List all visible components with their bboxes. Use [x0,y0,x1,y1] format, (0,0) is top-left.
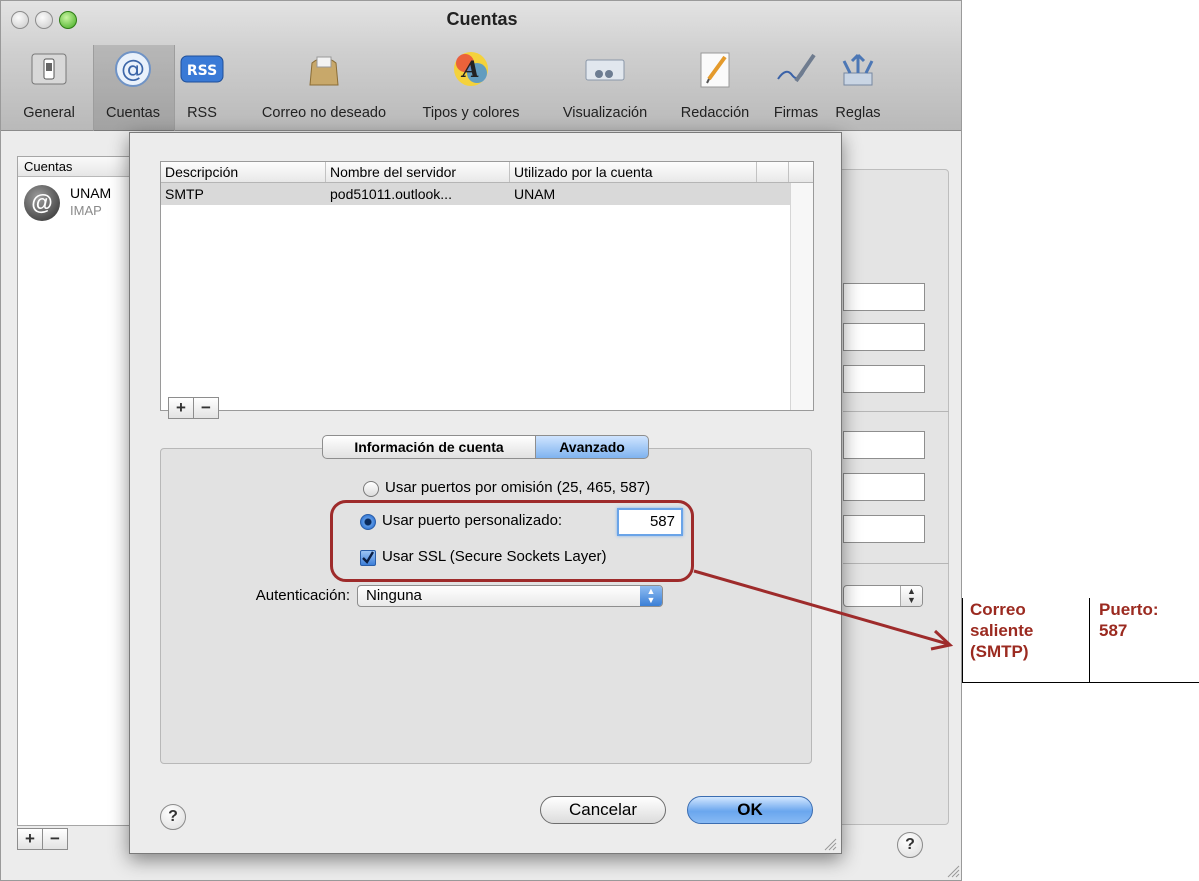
cell-description: SMTP [165,186,204,202]
svg-text:A: A [460,57,479,83]
background-field[interactable] [843,473,925,501]
tab-avanzado[interactable]: Avanzado [535,435,649,459]
column-header-server-name[interactable]: Nombre del servidor [326,162,510,182]
general-switch-icon [27,47,71,91]
toolbar-label-tipos-y-colores: Tipos y colores [422,105,520,121]
toolbar-item-correo-no-deseado[interactable]: Correo no deseado [262,47,386,129]
cell-server-name: pod51011.outlook... [330,186,452,202]
toolbar-label-rss: RSS [187,105,217,121]
note-port: Puerto: 587 [1099,599,1159,641]
background-field[interactable] [843,515,925,543]
resize-grip-icon[interactable] [823,837,837,851]
accounts-list[interactable]: Cuentas @ UNAM IMAP [17,156,135,826]
signature-pen-icon [774,47,818,91]
window-title: Cuentas [446,9,518,29]
background-field[interactable] [843,323,925,351]
column-header-description[interactable]: Descripción [161,162,326,182]
cell-used-by: UNAM [514,186,556,202]
default-ports-label: Usar puertos por omisión (25, 465, 587) [385,479,651,496]
auth-select[interactable]: Ninguna ▲ ▼ [357,585,663,607]
account-type: IMAP [70,203,102,218]
toolbar-item-rss[interactable]: RSS RSS [167,47,237,129]
auth-label: Autenticación: [255,587,350,604]
divider [843,411,949,412]
ok-button[interactable]: OK [687,796,813,824]
note-border [962,598,963,682]
account-name: UNAM [70,185,112,201]
note-outgoing-mail: Correo saliente (SMTP) [970,599,1033,662]
table-row[interactable]: SMTP pod51011.outlook... UNAM [161,183,813,205]
note-border [1089,598,1090,682]
chevron-updown-icon: ▲ ▼ [640,586,662,606]
svg-text:@: @ [121,55,145,83]
default-ports-radio[interactable] [363,481,379,497]
at-sign-icon: @ [111,47,155,91]
note-divider [962,682,1199,683]
resize-grip-icon[interactable] [946,864,960,878]
help-button[interactable]: ? [897,832,923,858]
remove-account-button[interactable]: − [42,828,68,850]
smtp-server-list-sheet: Descripción Nombre del servidor Utilizad… [129,132,842,854]
svg-text:RSS: RSS [187,63,217,79]
note-line: Correo [970,600,1026,619]
toolbar-item-visualizacion[interactable]: Visualización [563,47,647,129]
accounts-list-header: Cuentas [18,157,134,177]
note-line: (SMTP) [970,642,1029,661]
help-button[interactable]: ? [160,804,186,830]
rss-icon: RSS [180,47,224,91]
toolbar-label-reglas: Reglas [835,105,881,121]
background-field[interactable] [843,283,925,311]
rules-arrows-icon [836,47,880,91]
note-line: saliente [970,621,1034,640]
table-header: Descripción Nombre del servidor Utilizad… [161,162,813,183]
remove-server-button[interactable]: − [193,397,219,419]
add-account-button[interactable]: + [17,828,43,850]
table-scrollbar[interactable] [790,183,813,410]
annotation-arrow-icon [693,569,954,651]
column-header-empty [757,162,789,182]
at-sign-icon: @ [24,185,60,221]
auth-select-value: Ninguna [366,587,422,604]
composing-pencil-icon [693,47,737,91]
account-row[interactable]: @ UNAM IMAP [18,179,134,225]
junk-mail-bag-icon [302,47,346,91]
toolbar-label-correo-no-deseado: Correo no deseado [261,105,387,121]
tab-informacion-de-cuenta[interactable]: Información de cuenta [322,435,536,459]
background-field[interactable] [843,365,925,393]
cancel-button[interactable]: Cancelar [540,796,666,824]
viewing-icon [583,47,627,91]
highlight-box [330,500,694,582]
note-line: Puerto: [1099,600,1159,619]
smtp-server-table[interactable]: Descripción Nombre del servidor Utilizad… [160,161,814,411]
toolbar-item-tipos-y-colores[interactable]: A Tipos y colores [423,47,519,129]
note-line: 587 [1099,621,1128,640]
add-server-button[interactable]: + [168,397,194,419]
toolbar: Cuentas General @ Cuentas RSS RSS Correo… [1,1,961,131]
column-header-used-by-account[interactable]: Utilizado por la cuenta [510,162,757,182]
toolbar-item-reglas[interactable]: Reglas [823,47,893,129]
background-field[interactable] [843,431,925,459]
fonts-colors-icon: A [449,47,493,91]
